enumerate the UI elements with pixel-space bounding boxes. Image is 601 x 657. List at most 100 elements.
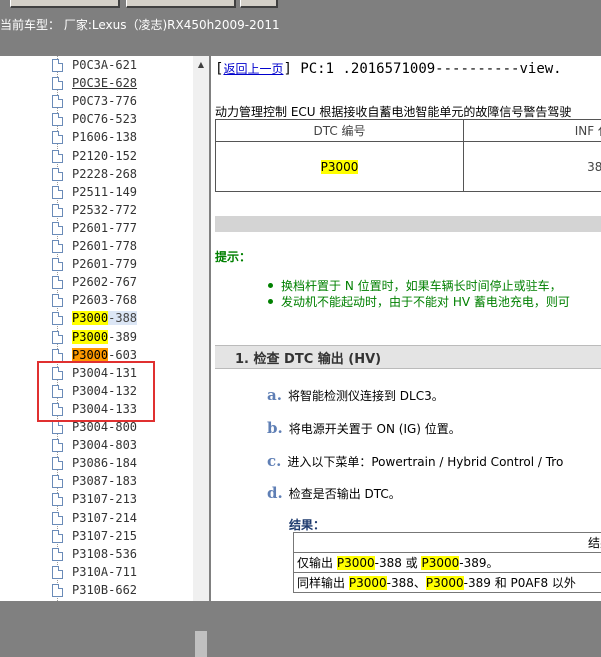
document-icon (52, 421, 63, 434)
tree-item[interactable]: P2532-772 (52, 201, 137, 219)
tree-item-suffix: -388 (108, 311, 137, 325)
tree-item-label: P2120-152 (72, 149, 137, 163)
tree-item-label: P3004-803 (72, 438, 137, 452)
tree-item[interactable]: P3086-184 (52, 454, 137, 472)
tree-item-code: P3087 (72, 474, 108, 488)
tree-item[interactable]: P1606-138 (52, 128, 137, 146)
tree-item-label: P3107-215 (72, 529, 137, 543)
document-icon (52, 204, 63, 217)
tree-item[interactable]: P3108-536 (52, 545, 137, 563)
tree-item-suffix: -711 (108, 565, 137, 579)
tree-item-code: P2603 (72, 293, 108, 307)
tree-item-code: P310B (72, 583, 108, 597)
tree-item[interactable]: P2602-767 (52, 273, 137, 291)
tree-item[interactable]: P3107-215 (52, 527, 137, 545)
tree-item-code: P3107 (72, 529, 108, 543)
tree-item-code: P3086 (72, 456, 108, 470)
dtc-tree-panel[interactable]: P0C3A-621P0C3E-628P0C73-776P0C76-523P160… (0, 56, 193, 601)
document-icon (52, 548, 63, 561)
hint-label: 提示： (215, 248, 251, 265)
tree-item[interactable]: P2511-149 (52, 183, 137, 201)
tree-item-code: P2601 (72, 257, 108, 271)
step-c-letter: c. (267, 452, 281, 470)
toolbar-button-1[interactable] (10, 0, 120, 8)
tree-item-suffix: -628 (108, 76, 137, 90)
tree-item[interactable]: P3087-183 (52, 472, 137, 490)
tree-item-suffix: -800 (108, 420, 137, 434)
document-icon (52, 150, 63, 163)
tree-item[interactable]: P2120-152 (52, 147, 137, 165)
tree-item-code: P310A (72, 565, 108, 579)
headline-text: PC:1 .2016571009----------view. (292, 61, 562, 77)
tree-item-suffix: -184 (108, 456, 137, 470)
document-icon (52, 493, 63, 506)
title-bar: 当前车型： 厂家:Lexus（凌志)RX450h2009-2011 (0, 0, 601, 54)
tree-item-code: P3000 (72, 311, 108, 325)
step-b-letter: b. (267, 419, 283, 437)
tree-item[interactable]: P2601-778 (52, 237, 137, 255)
tree-item[interactable]: P3107-213 (52, 490, 137, 508)
section-title-bar: 1. 检查 DTC 输出 (HV) (215, 345, 601, 369)
tree-item-suffix: -662 (108, 583, 137, 597)
tree-item[interactable]: P2601-777 (52, 219, 137, 237)
document-icon (52, 168, 63, 181)
tree-item-label: P3086-184 (72, 456, 137, 470)
step-d: d. 检查是否输出 DTC。 (267, 484, 401, 502)
document-icon (52, 566, 63, 579)
tree-item-suffix: -803 (108, 438, 137, 452)
document-icon (52, 240, 63, 253)
back-link[interactable]: 返回上一页 (223, 62, 283, 76)
tree-item-label: P2602-767 (72, 275, 137, 289)
tree-scrollbar[interactable]: ▲ (193, 56, 209, 601)
tree-item[interactable]: P0C73-776 (52, 92, 137, 110)
step-a-letter: a. (267, 386, 282, 404)
tree-item-label: P0C3A-621 (72, 58, 137, 72)
dtc-col-header: DTC 编号 (216, 120, 464, 142)
tree-item[interactable]: P3000-389 (52, 328, 137, 346)
tree-item[interactable]: P2603-768 (52, 291, 137, 309)
tree-item-suffix: -268 (108, 167, 137, 181)
tree-item-label: P2228-268 (72, 167, 137, 181)
tree-item-label: P2603-768 (72, 293, 137, 307)
tree-item[interactable]: P0C76-523 (52, 110, 137, 128)
document-icon (52, 584, 63, 597)
tree-item-label: P3000-603 (72, 348, 137, 362)
tree-item-label: P3004-800 (72, 420, 137, 434)
tree-item[interactable]: P3107-214 (52, 509, 137, 527)
tree-item-label: P0C3E-628 (72, 76, 137, 90)
tree-item[interactable]: P3000-388 (52, 309, 137, 327)
tree-item[interactable]: P2601-779 (52, 255, 137, 273)
tree-item[interactable]: P310A-711 (52, 563, 137, 581)
document-icon (52, 331, 63, 344)
tree-item[interactable]: P0C3E-628 (52, 74, 137, 92)
description-text: 动力管理控制 ECU 根据接收自蓄电池智能单元的故障信号警告驾驶 (215, 103, 571, 120)
tree-item[interactable]: P310B-662 (52, 581, 137, 599)
toolbar-button-3[interactable] (240, 0, 278, 8)
inf-col-header: INF 代 (464, 120, 601, 142)
step-b-text: 将电源开关置于 ON (IG) 位置。 (289, 420, 461, 437)
tree-item-label: P2532-772 (72, 203, 137, 217)
current-vehicle-label: 当前车型： 厂家:Lexus（凌志)RX450h2009-2011 (0, 16, 280, 33)
hint-bullet-1: 换档杆置于 N 位置时，如果车辆长时间停止或驻车， (281, 277, 562, 294)
tree-item[interactable]: P0C3A-621 (52, 56, 137, 74)
tree-item[interactable]: P2228-268 (52, 165, 137, 183)
tree-item-label: P310A-711 (72, 565, 137, 579)
tree-item-code: P2602 (72, 275, 108, 289)
result-row-1: 仅输出 P3000-388 或 P3000-389。 (294, 553, 601, 573)
tree-item-suffix: -603 (108, 348, 137, 362)
tree-item-code: P2120 (72, 149, 108, 163)
toolbar-button-2[interactable] (126, 0, 236, 8)
tree-item-code: P2228 (72, 167, 108, 181)
tree-item[interactable]: P3004-803 (52, 436, 137, 454)
tree-item-suffix: -772 (108, 203, 137, 217)
step-b: b. 将电源开关置于 ON (IG) 位置。 (267, 419, 461, 437)
tree-item-suffix: -621 (108, 58, 137, 72)
tree-item-code: P0C3A (72, 58, 108, 72)
tree-item-code: P2511 (72, 185, 108, 199)
scrollbar-thumb[interactable] (195, 631, 207, 657)
tree-item-code: P0C3E (72, 76, 108, 90)
document-icon (52, 276, 63, 289)
tree-item-code: P2532 (72, 203, 108, 217)
dtc-code-cell: P3000 (321, 160, 359, 174)
scroll-up-arrow-icon[interactable]: ▲ (193, 56, 209, 72)
